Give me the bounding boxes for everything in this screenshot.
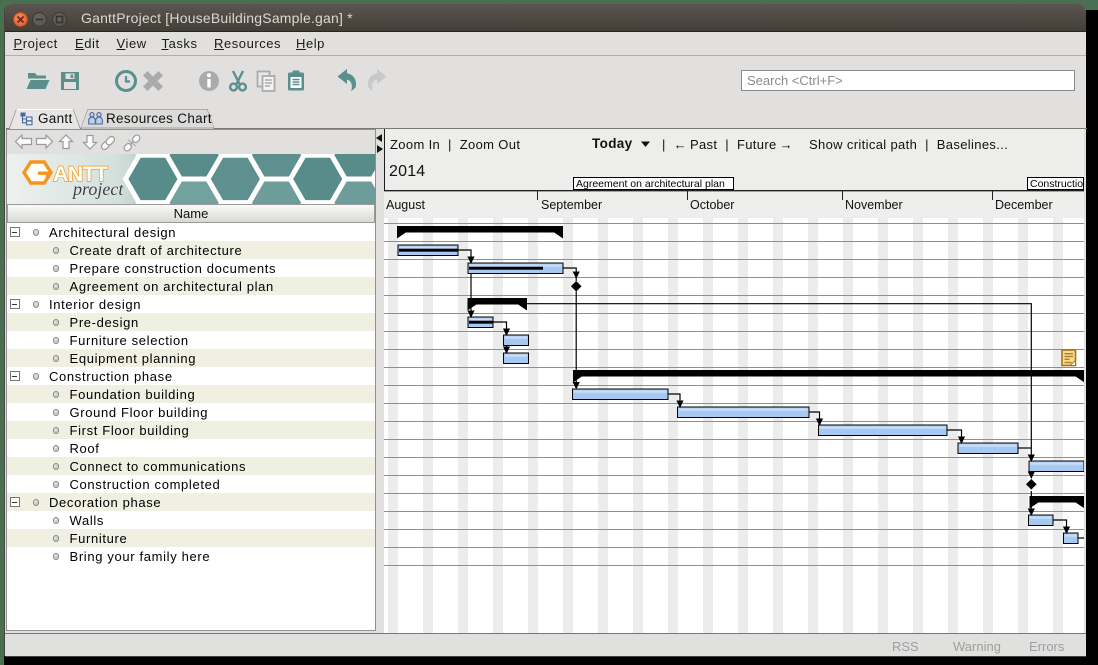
svg-text:project: project [71, 179, 124, 199]
svg-text:Resources Chart: Resources Chart [106, 111, 212, 126]
svg-text:Gantt: Gantt [38, 111, 73, 126]
svg-text:October: October [690, 198, 734, 212]
svg-text:December: December [995, 198, 1053, 212]
svg-text:November: November [845, 198, 903, 212]
svg-text:August: August [386, 198, 425, 212]
svg-text:September: September [541, 198, 602, 212]
